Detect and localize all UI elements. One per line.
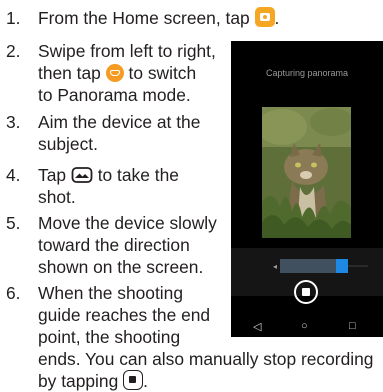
panorama-mode-icon [105, 64, 124, 82]
capturing-status-text: Capturing panorama [265, 68, 349, 78]
panorama-guide-marker [336, 259, 348, 273]
guide-direction-arrow-icon: ◂ [273, 262, 278, 271]
step-number: 6. [6, 283, 21, 303]
step-number: 1. [6, 8, 21, 28]
stop-recording-icon [123, 370, 144, 390]
recent-apps-icon[interactable]: □ [349, 320, 356, 332]
stop-recording-button[interactable] [294, 280, 318, 304]
step-text: Aim the device at the subject. [38, 112, 201, 154]
step-number: 2. [6, 41, 21, 61]
panorama-progress-fill [280, 259, 340, 273]
cat-photo-illustration [262, 107, 351, 238]
step-text: Swipe from left to right, then tap to sw… [38, 41, 216, 105]
step-number: 4. [6, 165, 21, 185]
panorama-preview-image [262, 107, 351, 238]
panorama-shutter-icon [71, 166, 93, 184]
step-text: Move the device slowly toward the direct… [38, 213, 217, 277]
back-icon[interactable]: ◁ [253, 320, 261, 333]
step-text: Tap to take the shot. [38, 165, 179, 207]
panorama-progress-bar [280, 259, 348, 273]
step-number: 5. [6, 213, 21, 233]
panorama-guide-track [348, 265, 368, 267]
phone-screenshot: Capturing panorama ◂ ◁ ○ □ [231, 41, 383, 337]
step-number: 3. [6, 112, 21, 132]
home-icon[interactable]: ○ [301, 320, 308, 332]
step-text: From the Home screen, tap . [38, 7, 280, 28]
camera-app-icon [254, 7, 275, 27]
android-nav-bar: ◁ ○ □ [231, 315, 383, 337]
